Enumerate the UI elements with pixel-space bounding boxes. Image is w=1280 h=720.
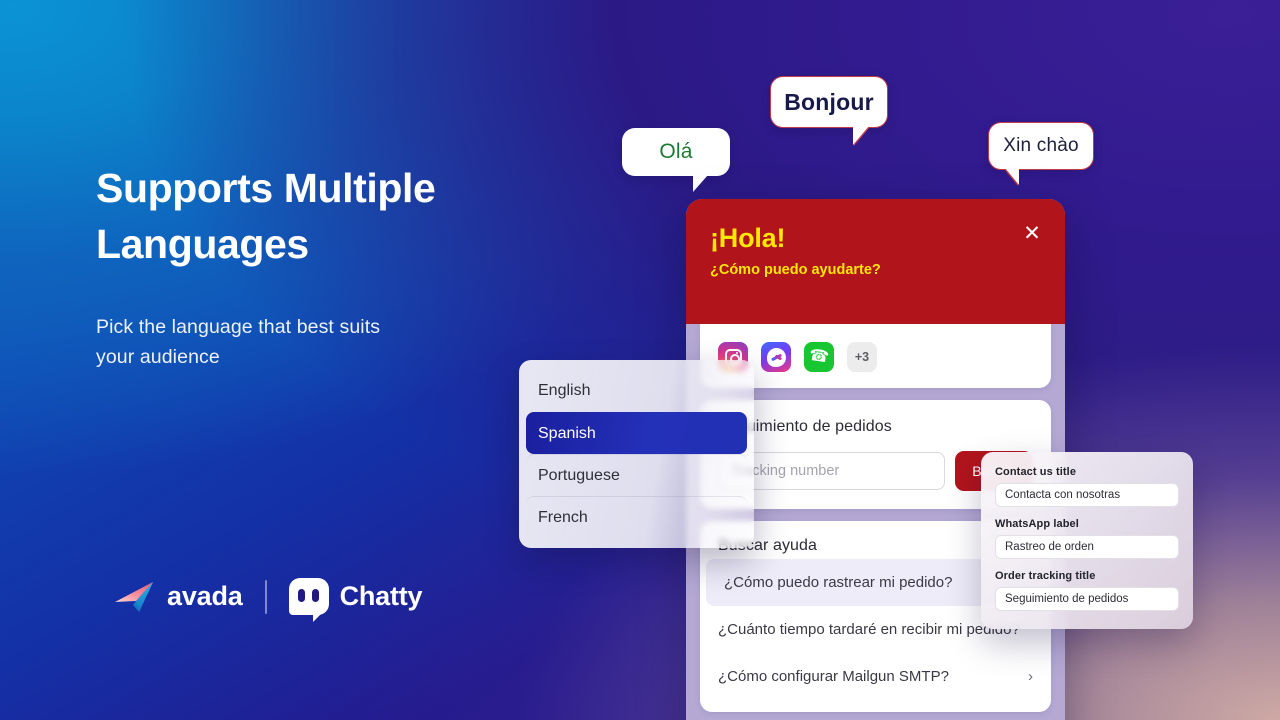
language-option-spanish[interactable]: Spanish [526,412,747,454]
hero-copy: Supports Multiple Languages Pick the lan… [96,160,536,372]
more-channels-button[interactable]: +3 [847,342,877,372]
page-title-line-2: Languages [96,221,309,267]
chatty-brand: Chatty [288,578,423,622]
setting-input-order-tracking-title[interactable] [995,587,1179,611]
page-subtitle-line-2: your audience [96,346,220,368]
setting-label: Order tracking title [995,570,1096,582]
page-subtitle: Pick the language that best suits your a… [96,312,536,372]
contact-channel-row: ☎ +3 [718,342,1033,372]
chatty-logo-icon [288,578,329,622]
setting-contact-us-title: Contact us title [995,466,1179,507]
setting-whatsapp-label: WhatsApp label [995,518,1179,559]
promo-banner: Supports Multiple Languages Pick the lan… [0,0,1280,720]
faq-question: ¿Cómo configurar Mailgun SMTP? [718,668,949,685]
speech-bubble-french: Bonjour [770,76,888,145]
avada-brand: avada [114,581,243,613]
chatty-eye-right [312,589,320,602]
brand-lockup: avada Chatty [114,578,423,622]
chatty-eye-left [298,589,306,602]
speech-bubble-vietnamese: Xin chào [988,122,1094,185]
setting-input-whatsapp-label[interactable] [995,535,1179,559]
avada-logo-icon [115,581,153,612]
brand-divider [264,579,267,614]
language-dropdown[interactable]: English Spanish Portuguese French [519,360,754,548]
chat-subgreeting: ¿Cómo puedo ayudarte? [710,262,881,278]
messenger-glyph [766,347,786,367]
setting-label: WhatsApp label [995,518,1079,530]
chevron-right-icon: › [1028,668,1033,685]
page-subtitle-line-1: Pick the language that best suits [96,316,381,338]
translation-settings-panel: Contact us title WhatsApp label Order tr… [981,452,1193,629]
chatty-brand-name: Chatty [339,581,423,611]
faq-item[interactable]: ¿Cómo configurar Mailgun SMTP? › [700,653,1051,700]
speech-bubble-text: Bonjour [784,88,874,115]
chat-widget-header: ¡Hola! ¿Cómo puedo ayudarte? ✕ [686,199,1065,324]
messenger-icon[interactable] [761,342,791,372]
speech-bubble-tail [693,175,708,192]
setting-input-contact-us-title[interactable] [995,483,1179,507]
faq-question: ¿Cómo puedo rastrear mi pedido? [724,574,953,591]
avada-brand-name: avada [167,581,243,611]
chat-greeting: ¡Hola! [710,223,786,253]
close-icon[interactable]: ✕ [1021,223,1043,245]
chatty-eyes [289,589,329,602]
setting-order-tracking-title: Order tracking title [995,570,1179,611]
page-title-line-1: Supports Multiple [96,165,436,211]
phone-glyph: ☎ [808,346,831,367]
speech-bubble-text: Olá [659,140,693,163]
page-title: Supports Multiple Languages [96,160,536,272]
language-option-portuguese[interactable]: Portuguese [526,454,747,496]
setting-label: Contact us title [995,466,1077,478]
phone-icon[interactable]: ☎ [804,342,834,372]
order-tracking-title: Seguimiento de pedidos [718,418,892,435]
faq-question: ¿Cuánto tiempo tardaré en recibir mi ped… [718,621,1020,638]
language-option-english[interactable]: English [526,370,747,412]
chatty-bubble-tail [312,611,324,622]
speech-bubble-tail [853,126,869,145]
speech-bubble-tail [1005,168,1019,185]
speech-bubble-text: Xin chào [1003,135,1079,156]
language-option-french[interactable]: French [526,496,747,538]
speech-bubble-portuguese: Olá [622,128,730,192]
